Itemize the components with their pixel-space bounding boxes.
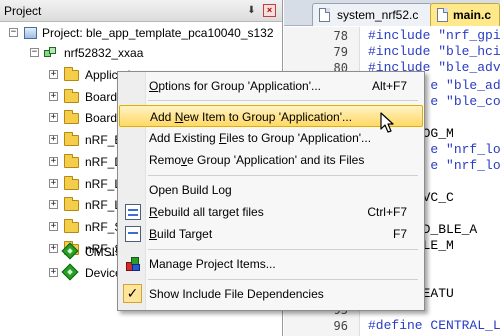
line-number: 96 <box>333 319 348 333</box>
menu-separator <box>148 279 418 280</box>
expand-icon[interactable]: + <box>49 135 58 144</box>
rebuild-icon <box>125 204 141 220</box>
menu-separator <box>148 249 418 250</box>
file-icon <box>319 8 330 22</box>
code-line[interactable]: #define CENTRAL_L <box>368 318 500 334</box>
menu-item-label: Options for Group 'Application'... <box>149 79 322 93</box>
menu-item-rebuild-all[interactable]: Rebuild all target files Ctrl+F7 <box>119 201 423 223</box>
menu-item-label: Manage Project Items... <box>149 257 276 271</box>
menu-item-add-existing-files[interactable]: Add Existing Files to Group 'Application… <box>119 127 423 149</box>
component-icon <box>61 263 79 281</box>
menu-item-open-build-log[interactable]: Open Build Log <box>119 179 423 201</box>
folder-icon <box>64 110 79 124</box>
menu-item-build-target[interactable]: Build Target F7 <box>119 223 423 245</box>
group-label: Board <box>85 111 118 125</box>
tab-label: system_nrf52.c <box>337 8 419 22</box>
context-menu: Options for Group 'Application'... Alt+F… <box>117 71 425 311</box>
folder-icon <box>64 67 79 81</box>
menu-item-label: Add New Item to Group 'Application'... <box>150 110 353 124</box>
tree-project-root[interactable]: − Project: ble_app_template_pca10040_s13… <box>0 23 283 43</box>
target-icon <box>44 47 58 59</box>
file-icon <box>437 8 448 22</box>
menu-item-add-new-item[interactable]: Add New Item to Group 'Application'... <box>119 105 423 127</box>
folder-icon <box>64 154 79 168</box>
project-label: Project: ble_app_template_pca10040_s132 <box>42 26 274 40</box>
mouse-pointer-icon <box>380 112 394 133</box>
menu-item-manage-project-items[interactable]: Manage Project Items... <box>119 253 423 275</box>
group-label: Board <box>85 90 118 104</box>
tab-system-nrf52[interactable]: system_nrf52.c <box>312 3 432 26</box>
code-line[interactable]: #include "nrf_gpio <box>368 28 500 44</box>
menu-item-shortcut: Ctrl+F7 <box>367 205 407 219</box>
menu-item-label: Open Build Log <box>149 183 232 197</box>
group-label: nRF_L <box>85 177 122 191</box>
expand-icon[interactable]: + <box>49 222 58 231</box>
build-icon <box>125 226 141 242</box>
folder-icon <box>64 132 79 146</box>
menu-item-label: Show Include File Dependencies <box>149 287 324 301</box>
tab-label: main.c <box>453 8 492 22</box>
group-label: nRF_L <box>85 198 122 212</box>
project-icon <box>24 27 37 39</box>
project-panel-title: Project <box>4 4 42 18</box>
component-icon <box>61 242 79 260</box>
menu-item-remove-group[interactable]: Remove Group 'Application' and its Files <box>119 149 423 171</box>
expand-icon[interactable]: + <box>49 268 58 277</box>
target-label: nrf52832_xxaa <box>64 46 144 60</box>
project-panel-header: Project ⬇ × <box>0 0 282 22</box>
collapse-icon[interactable]: − <box>30 48 39 57</box>
menu-item-label: Remove Group 'Application' and its Files <box>149 153 365 167</box>
folder-icon <box>64 176 79 190</box>
expand-icon[interactable]: + <box>49 157 58 166</box>
collapse-icon[interactable]: − <box>9 28 18 37</box>
expand-icon[interactable]: + <box>49 113 58 122</box>
expand-icon[interactable]: + <box>49 92 58 101</box>
expand-icon[interactable]: + <box>49 200 58 209</box>
menu-item-shortcut: Alt+F7 <box>371 79 407 93</box>
menu-item-label: Build Target <box>149 227 213 241</box>
menu-item-show-include-deps[interactable]: ✓ Show Include File Dependencies <box>119 283 423 305</box>
expand-icon[interactable]: + <box>49 70 58 79</box>
line-number: 79 <box>333 45 348 59</box>
manage-project-icon <box>125 256 141 272</box>
checkmark-icon: ✓ <box>123 284 142 303</box>
menu-item-label: Rebuild all target files <box>149 205 264 219</box>
expand-icon[interactable]: + <box>49 179 58 188</box>
code-line[interactable]: #include "ble_hci <box>368 44 500 60</box>
folder-icon <box>64 219 79 233</box>
close-icon[interactable]: × <box>263 4 276 17</box>
folder-icon <box>64 89 79 103</box>
tab-main-c[interactable]: main.c <box>430 3 500 26</box>
folder-icon <box>64 197 79 211</box>
menu-item-options-for-group[interactable]: Options for Group 'Application'... Alt+F… <box>119 75 423 97</box>
menu-separator <box>148 175 418 176</box>
tree-target[interactable]: − nrf52832_xxaa <box>0 43 283 63</box>
menu-item-label: Add Existing Files to Group 'Application… <box>149 131 372 145</box>
line-number: 78 <box>333 29 348 43</box>
pin-icon[interactable]: ⬇ <box>245 4 258 17</box>
menu-separator <box>148 100 418 101</box>
editor-tab-bar: system_nrf52.c main.c <box>284 0 500 26</box>
menu-item-shortcut: F7 <box>392 227 407 241</box>
